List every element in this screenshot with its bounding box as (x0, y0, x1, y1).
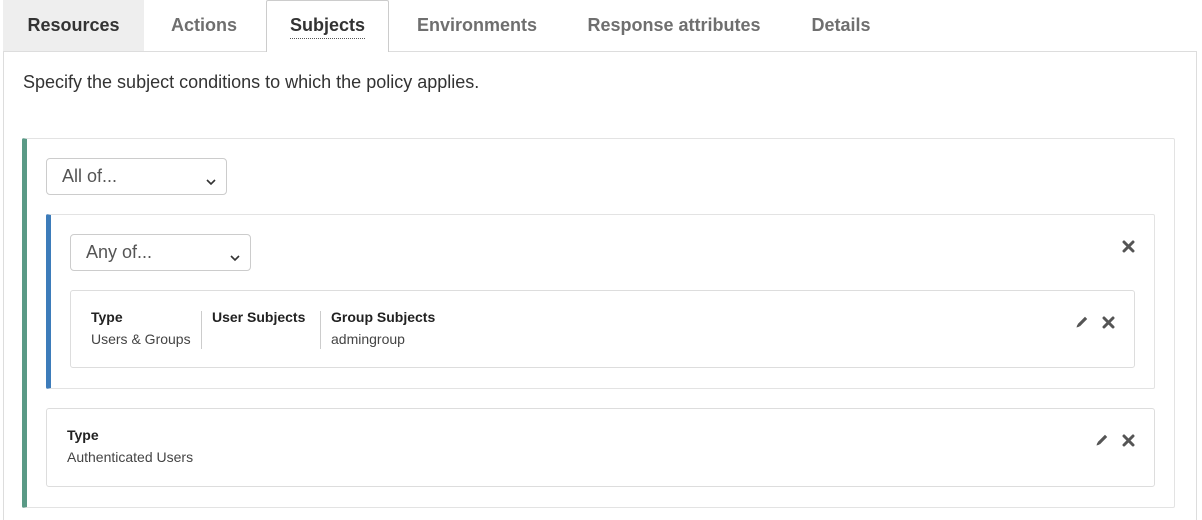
any-of-select[interactable]: Any of... (70, 234, 251, 271)
group-subjects-column: Group Subjects admingroup (331, 309, 435, 347)
edit-condition-button[interactable] (1094, 432, 1110, 448)
pencil-icon (1096, 434, 1108, 446)
chevron-down-icon (206, 171, 216, 186)
type-label: Type (91, 309, 123, 325)
remove-condition-button[interactable] (1120, 432, 1136, 448)
tab-label: Response attributes (587, 15, 761, 35)
close-icon (1122, 240, 1134, 252)
tab-environments[interactable]: Environments (391, 0, 563, 51)
tab-label: Subjects (289, 15, 366, 39)
type-column: Type Authenticated Users (67, 427, 193, 465)
remove-group-button[interactable] (1120, 238, 1136, 254)
tab-label: Resources (27, 15, 120, 35)
column-divider (320, 311, 321, 349)
policy-tabs: Resources Actions Subjects Environments … (3, 0, 1197, 52)
tab-resources[interactable]: Resources (3, 0, 144, 51)
close-icon (1122, 434, 1134, 446)
intro-text: Specify the subject conditions to which … (23, 72, 480, 92)
pencil-icon (1076, 316, 1088, 328)
edit-condition-button[interactable] (1074, 314, 1090, 330)
type-label: Type (67, 427, 99, 443)
tab-label: Actions (170, 15, 237, 35)
type-column: Type Users & Groups (91, 309, 191, 347)
chevron-down-icon (230, 247, 240, 262)
user-subjects-label: User Subjects (212, 309, 306, 325)
select-value: All of... (62, 166, 118, 186)
column-divider (201, 311, 202, 349)
all-of-select[interactable]: All of... (46, 158, 227, 195)
type-value: Authenticated Users (67, 449, 194, 465)
close-icon (1102, 316, 1114, 328)
tab-label: Details (811, 15, 871, 35)
type-value: Users & Groups (91, 331, 191, 347)
tab-actions[interactable]: Actions (144, 0, 264, 51)
condition-card-users-groups: Type Users & Groups User Subjects Group … (70, 290, 1135, 368)
group-subjects-label: Group Subjects (331, 309, 436, 325)
remove-condition-button[interactable] (1100, 314, 1116, 330)
tab-subjects[interactable]: Subjects (266, 0, 389, 52)
tab-label: Environments (416, 15, 538, 35)
tab-response-attributes[interactable]: Response attributes (563, 0, 785, 51)
tab-details[interactable]: Details (785, 0, 897, 51)
user-subjects-column: User Subjects (212, 309, 305, 331)
group-subjects-value: admingroup (331, 331, 405, 347)
condition-card-authenticated-users: Type Authenticated Users (46, 408, 1155, 487)
select-value: Any of... (86, 242, 153, 262)
